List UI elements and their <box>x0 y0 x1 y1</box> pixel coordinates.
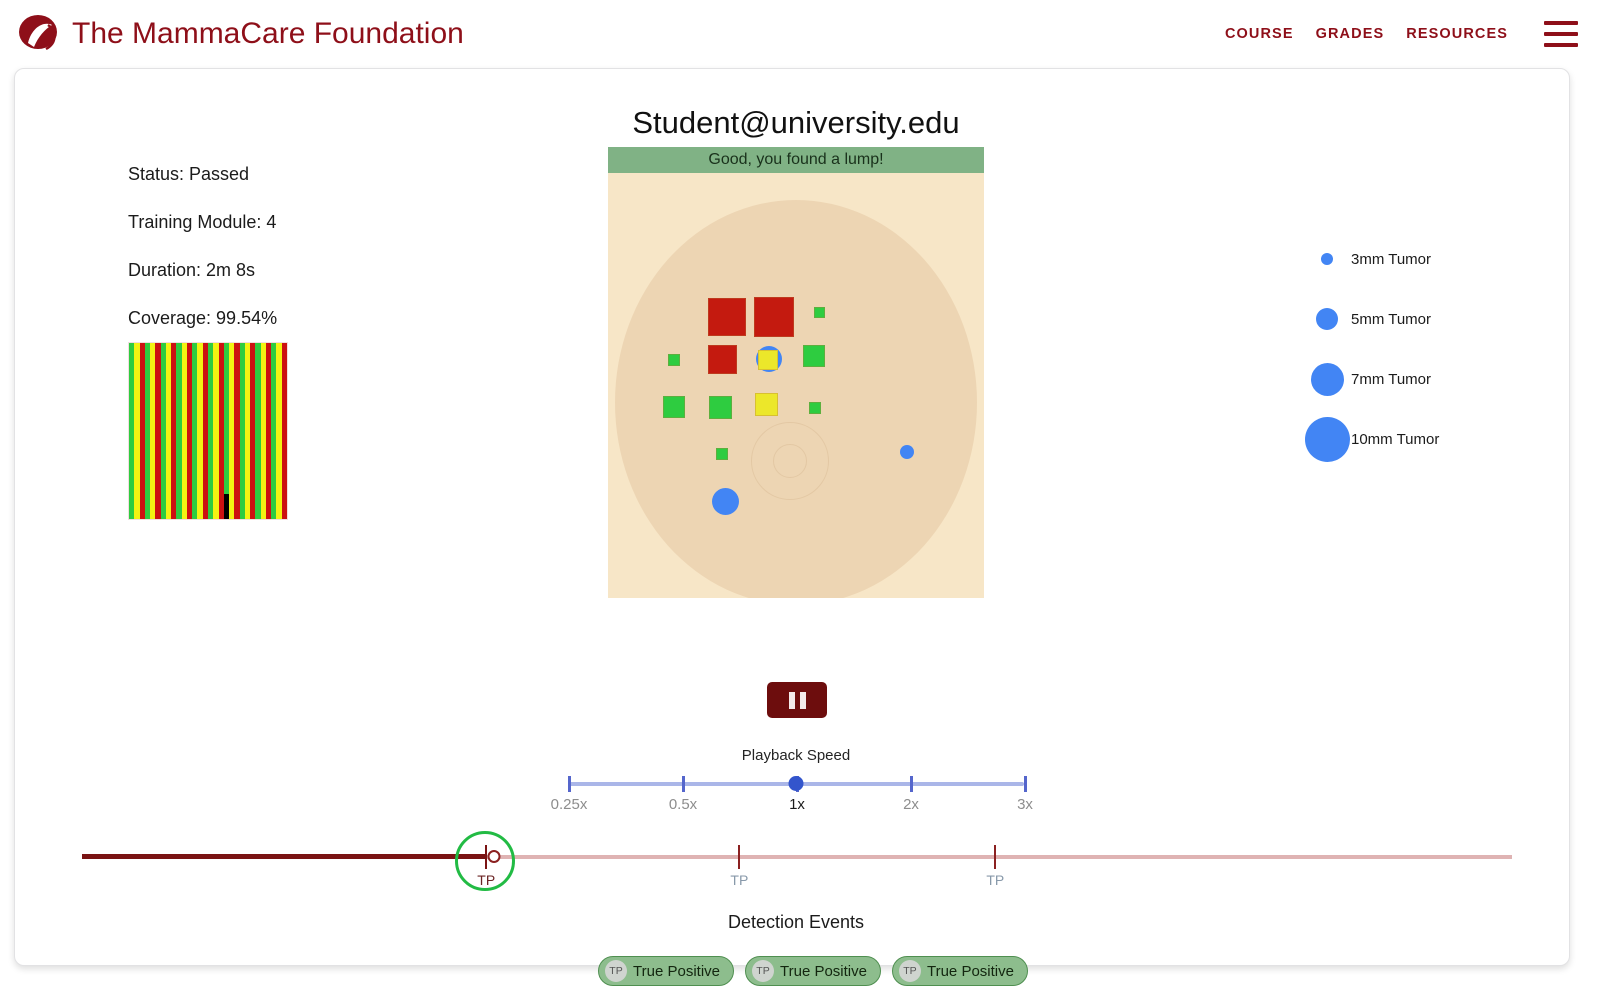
legend-dot-wrap <box>1303 362 1351 396</box>
brand-title: The MammaCare Foundation <box>72 17 464 50</box>
detection-event-label: True Positive <box>926 962 1014 980</box>
breast-palpation-logo-icon <box>18 13 62 55</box>
status-line-status: Status: Passed <box>128 164 250 184</box>
pressure-marker-red <box>754 297 794 337</box>
tumor-marker-blue <box>900 445 914 459</box>
pressure-marker-green <box>668 354 680 366</box>
hamburger-menu-icon[interactable] <box>1544 21 1578 47</box>
tumor-marker-blue <box>712 488 739 515</box>
speed-tick-label[interactable]: 3x <box>1017 796 1033 813</box>
pressure-marker-red <box>708 345 737 374</box>
site-header: The MammaCare Foundation COURSE GRADES R… <box>0 0 1600 68</box>
status-line-duration: Duration: 2m 8s <box>128 260 256 280</box>
detection-event-label: True Positive <box>780 962 867 980</box>
pressure-marker-green <box>716 448 728 460</box>
speed-tick-label[interactable]: 0.5x <box>669 796 697 813</box>
tumor-size-dot-icon <box>1304 416 1350 462</box>
detection-event-badge: TP <box>752 960 774 982</box>
speed-tick-label[interactable]: 2x <box>903 796 919 813</box>
pressure-marker-green <box>803 345 825 367</box>
student-email: Student@university.edu <box>632 105 960 140</box>
pressure-marker-green <box>809 402 821 414</box>
pause-icon-bar <box>799 691 806 709</box>
tumor-size-dot-icon <box>1310 362 1344 396</box>
coverage-strip-chart <box>128 342 288 520</box>
status-line-module: Training Module: 4 <box>128 212 277 232</box>
speed-tick[interactable] <box>682 776 685 792</box>
nav-link-grades[interactable]: GRADES <box>1316 26 1385 42</box>
hamburger-bar <box>1544 32 1578 36</box>
detection-events-title: Detection Events <box>727 912 865 932</box>
playback-speed-slider[interactable]: 0.25x 0.5x 1x 2x 3x <box>551 774 1033 824</box>
tumor-size-dot-icon <box>1321 253 1333 265</box>
main-nav: COURSE GRADES RESOURCES <box>1225 21 1600 47</box>
status-panel: Status: Passed Training Module: 4 Durati… <box>128 164 458 356</box>
timeline-event-label: TP <box>477 872 496 888</box>
nav-link-resources[interactable]: RESOURCES <box>1406 26 1508 42</box>
legend-label: 5mm Tumor <box>1351 310 1432 328</box>
pressure-marker-red <box>708 298 746 336</box>
speed-tick[interactable] <box>910 776 913 792</box>
speed-tick-label[interactable]: 0.25x <box>551 796 588 813</box>
playback-speed-label: Playback Speed <box>741 747 851 764</box>
hamburger-bar <box>1544 43 1578 47</box>
speed-slider-thumb[interactable] <box>788 776 804 791</box>
session-timeline[interactable]: TP TP TP <box>82 831 1512 899</box>
feedback-banner: Good, you found a lump! <box>608 147 984 173</box>
pressure-marker-green <box>663 396 685 418</box>
status-line-coverage: Coverage: 99.54% <box>128 308 278 328</box>
pressure-marker-green <box>709 396 732 419</box>
brand: The MammaCare Foundation <box>18 13 464 55</box>
timeline-event-label: TP <box>730 872 749 888</box>
speed-tick[interactable] <box>1024 776 1027 792</box>
nav-link-course[interactable]: COURSE <box>1225 26 1294 42</box>
timeline-progress <box>82 854 486 859</box>
legend-label: 10mm Tumor <box>1351 430 1440 448</box>
tumor-size-dot-icon <box>1316 308 1338 330</box>
pause-button[interactable] <box>767 682 827 718</box>
legend-row: 3mm Tumor <box>1303 229 1553 289</box>
pause-icon-bar <box>788 691 795 709</box>
detection-events-list: TP True Positive TP True Positive TP True Pos… <box>598 956 1028 986</box>
detection-event-label: True Positive <box>633 962 720 980</box>
pressure-marker-yellow <box>755 393 778 416</box>
legend-row: 5mm Tumor <box>1303 289 1553 349</box>
detection-event-badge: TP <box>605 960 628 982</box>
pressure-marker-yellow <box>758 350 778 370</box>
tumor-size-legend: 3mm Tumor 5mm Tumor 7mm Tumor 10mm Tumor <box>1303 229 1553 469</box>
detection-event-chip[interactable]: TP True Positive <box>598 956 734 986</box>
legend-label: 7mm Tumor <box>1351 370 1432 388</box>
detection-event-chip[interactable]: TP True Positive <box>891 956 1028 986</box>
detection-event-chip[interactable]: TP True Positive <box>745 956 881 986</box>
legend-dot-wrap <box>1303 416 1351 462</box>
timeline-playhead[interactable] <box>487 850 501 863</box>
breast-model-view[interactable] <box>608 173 984 598</box>
legend-row: 7mm Tumor <box>1303 349 1553 409</box>
hamburger-bar <box>1544 21 1578 25</box>
legend-label: 3mm Tumor <box>1351 250 1432 268</box>
legend-row: 10mm Tumor <box>1303 409 1553 469</box>
speed-tick-label[interactable]: 1x <box>789 796 805 813</box>
coverage-stripe <box>281 343 287 519</box>
timeline-event-label: TP <box>986 872 1005 888</box>
detection-event-badge: TP <box>898 960 921 982</box>
timeline-event-tick <box>738 845 741 869</box>
legend-dot-wrap <box>1303 253 1351 265</box>
speed-tick[interactable] <box>568 776 571 792</box>
pressure-marker-green <box>814 307 825 318</box>
nipple-inner-ring-icon <box>773 444 807 478</box>
timeline-event-tick <box>994 845 997 869</box>
content-card: Status: Passed Training Module: 4 Durati… <box>14 68 1570 986</box>
legend-dot-wrap <box>1303 308 1351 330</box>
